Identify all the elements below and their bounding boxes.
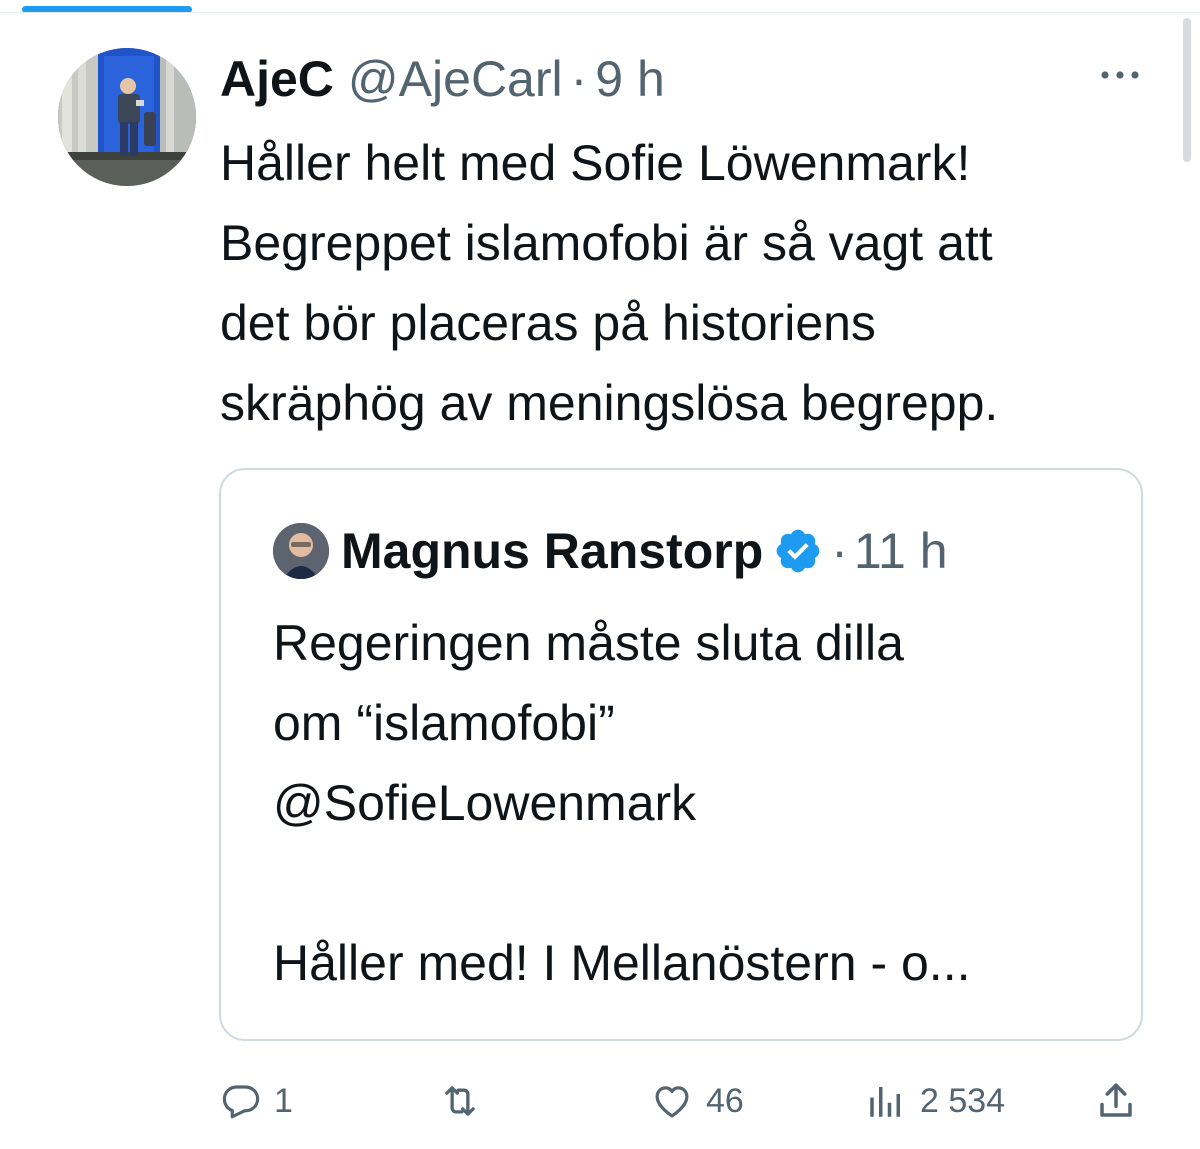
views-button[interactable]: 2 534	[864, 1078, 1005, 1124]
quoted-tweet-timestamp: 11 h	[853, 523, 948, 579]
author-display-name[interactable]: AjeC	[220, 54, 334, 104]
separator-dot: ·	[570, 51, 588, 107]
scrollbar[interactable]	[1183, 18, 1191, 162]
like-count: 46	[706, 1081, 744, 1120]
divider	[0, 12, 1200, 13]
quoted-tweet-card[interactable]: Magnus Ranstorp · 11 h Regeringen måste …	[219, 468, 1143, 1041]
quoted-tweet-header: Magnus Ranstorp · 11 h	[273, 520, 948, 582]
retweet-icon	[437, 1080, 483, 1122]
quoted-tweet-text: Regeringen måste sluta dilla om “islamof…	[273, 615, 971, 991]
reply-count: 1	[274, 1081, 293, 1120]
share-button[interactable]	[1095, 1078, 1149, 1124]
share-icon	[1095, 1079, 1137, 1123]
quoted-author-name: Magnus Ranstorp	[341, 523, 764, 579]
retweet-button[interactable]	[437, 1078, 495, 1124]
tweet-text: Håller helt med Sofie Löwenmark! Begrepp…	[220, 135, 999, 431]
verified-badge-icon	[773, 526, 823, 576]
quoted-author-avatar	[273, 523, 329, 579]
avatar-photo	[58, 48, 196, 186]
heart-icon	[650, 1080, 694, 1122]
like-button[interactable]: 46	[650, 1078, 744, 1124]
author-avatar[interactable]	[58, 48, 196, 186]
reply-icon	[220, 1080, 262, 1122]
ellipsis-icon[interactable]	[1096, 60, 1144, 90]
tweet-header: AjeC @AjeCarl · 9 h	[220, 44, 665, 114]
reply-button[interactable]: 1	[220, 1078, 293, 1124]
views-icon	[864, 1080, 908, 1122]
separator-dot: ·	[831, 523, 848, 579]
tweet-timestamp[interactable]: 9 h	[595, 54, 665, 104]
author-handle[interactable]: @AjeCarl	[348, 54, 563, 104]
views-count: 2 534	[920, 1081, 1006, 1120]
